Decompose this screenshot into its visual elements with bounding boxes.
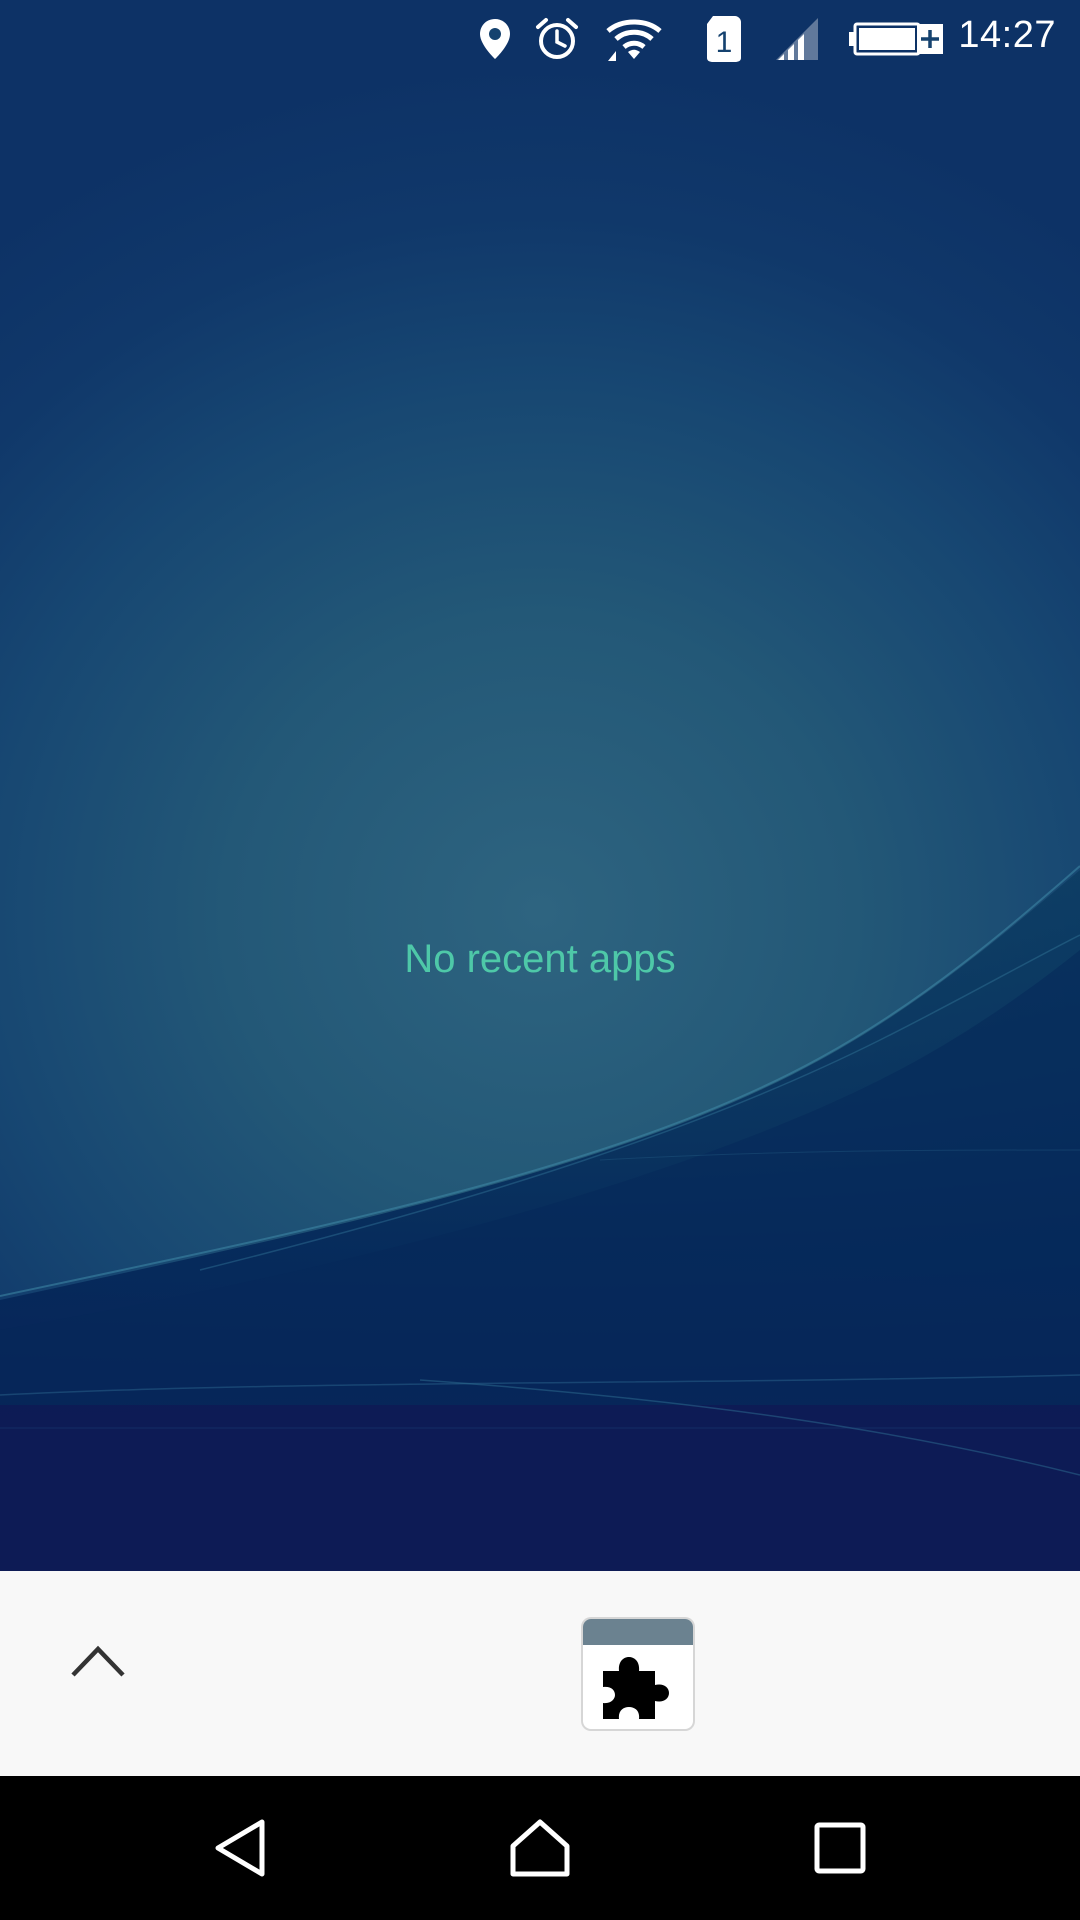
recents-dock [0, 1571, 1080, 1776]
sim-1-icon: 1 [703, 0, 745, 78]
status-clock: 14:27 [958, 14, 1056, 56]
signal-icon [772, 0, 822, 78]
home-icon [510, 1819, 570, 1877]
chevron-up-icon [71, 1645, 125, 1677]
status-bar: 1 14:27 [0, 0, 1080, 78]
small-app-launcher-button[interactable] [583, 1619, 693, 1729]
puzzle-piece-icon [603, 1657, 669, 1719]
wallpaper-waves [0, 865, 1080, 1571]
wallpaper [0, 0, 1080, 1571]
no-recent-apps-message: No recent apps [404, 937, 676, 981]
battery-charging-icon [844, 0, 946, 78]
navigation-bar [0, 1776, 1080, 1920]
app-icon-header [583, 1619, 693, 1645]
svg-text:1: 1 [716, 26, 733, 59]
location-icon [473, 0, 517, 78]
back-icon [215, 1819, 265, 1877]
expand-dock-button[interactable] [58, 1621, 138, 1701]
recents-screen: 1 14:27 No recent apps [0, 0, 1080, 1920]
recents-button[interactable] [790, 1798, 890, 1898]
recents-icon [814, 1822, 866, 1874]
home-button[interactable] [490, 1798, 590, 1898]
alarm-icon [532, 0, 582, 78]
back-button[interactable] [190, 1798, 290, 1898]
wifi-icon [603, 0, 665, 78]
